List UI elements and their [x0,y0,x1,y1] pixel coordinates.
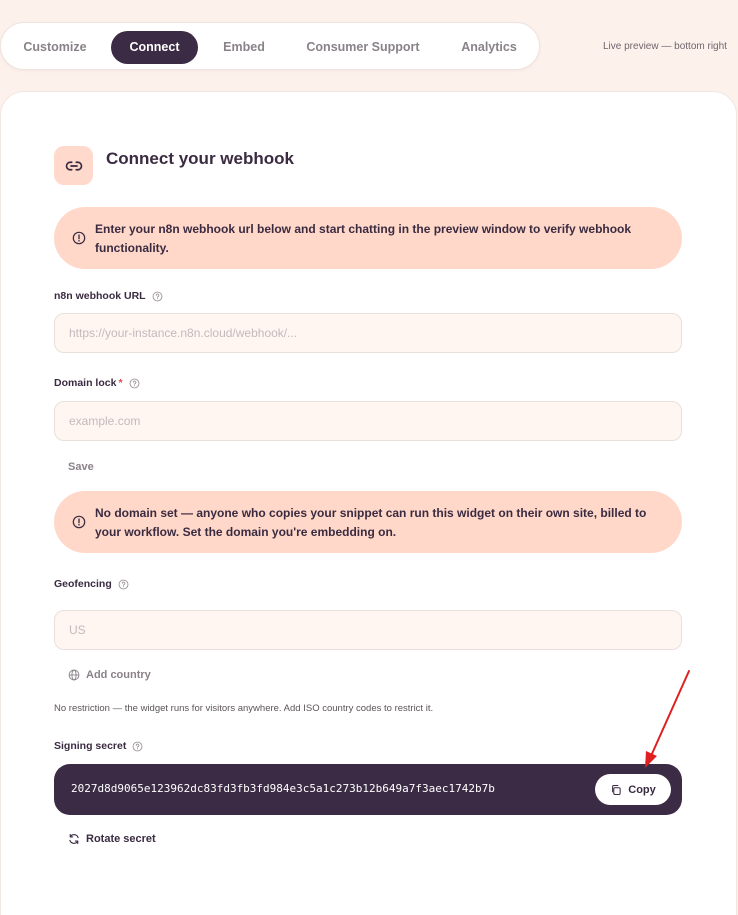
rotate-secret-button[interactable]: Rotate secret [68,833,156,845]
tab-analytics[interactable]: Analytics [453,31,525,64]
tab-customize[interactable]: Customize [15,31,95,64]
label-text: Geofencing [54,578,112,590]
tab-connect[interactable]: Connect [111,31,198,64]
signing-secret-label: Signing secret [54,740,143,752]
signing-secret-box: 2027d8d9065e123962dc83fd3fb3fd984e3c5a1c… [54,764,682,815]
alert-icon [72,515,86,529]
webhook-info-alert: Enter your n8n webhook url below and sta… [54,207,682,269]
add-country-label: Add country [86,669,151,681]
refresh-icon [69,833,79,845]
copy-button[interactable]: Copy [595,774,671,805]
tab-embed[interactable]: Embed [213,31,275,64]
help-icon[interactable] [129,378,140,389]
link-icon [54,146,93,185]
geofencing-input[interactable] [54,610,682,650]
alert-icon [72,231,86,245]
alert-text: Enter your n8n webhook url below and sta… [95,222,632,255]
webhook-url-label: n8n webhook URL [54,290,163,302]
help-icon[interactable] [132,741,143,752]
save-button[interactable]: Save [68,461,94,473]
signing-secret-value: 2027d8d9065e123962dc83fd3fb3fd984e3c5a1c… [71,782,495,795]
domain-warning-alert: No domain set — anyone who copies your s… [54,491,682,553]
label-text: Signing secret [54,740,127,752]
globe-icon [68,669,80,681]
domain-lock-input[interactable] [54,401,682,441]
help-icon[interactable] [118,579,129,590]
required-mark: * [118,377,123,389]
help-icon[interactable] [152,291,163,302]
tab-bar: Customize Connect Embed Consumer Support… [0,22,540,70]
copy-icon [612,784,621,795]
alert-text: No domain set — anyone who copies your s… [95,506,647,539]
webhook-url-input[interactable] [54,313,682,353]
label-text: Domain lock [54,377,117,389]
domain-lock-label: Domain lock * [54,377,140,389]
geofencing-label: Geofencing [54,578,129,590]
add-country-button[interactable]: Add country [68,669,151,681]
live-preview-note: Live preview — bottom right [603,41,727,52]
tab-consumer-support[interactable]: Consumer Support [298,31,428,64]
label-text: n8n webhook URL [54,290,146,302]
copy-label: Copy [628,783,656,796]
geofencing-hint: No restriction — the widget runs for vis… [54,703,434,714]
rotate-secret-label: Rotate secret [86,833,156,845]
page-title: Connect your webhook [106,149,294,168]
